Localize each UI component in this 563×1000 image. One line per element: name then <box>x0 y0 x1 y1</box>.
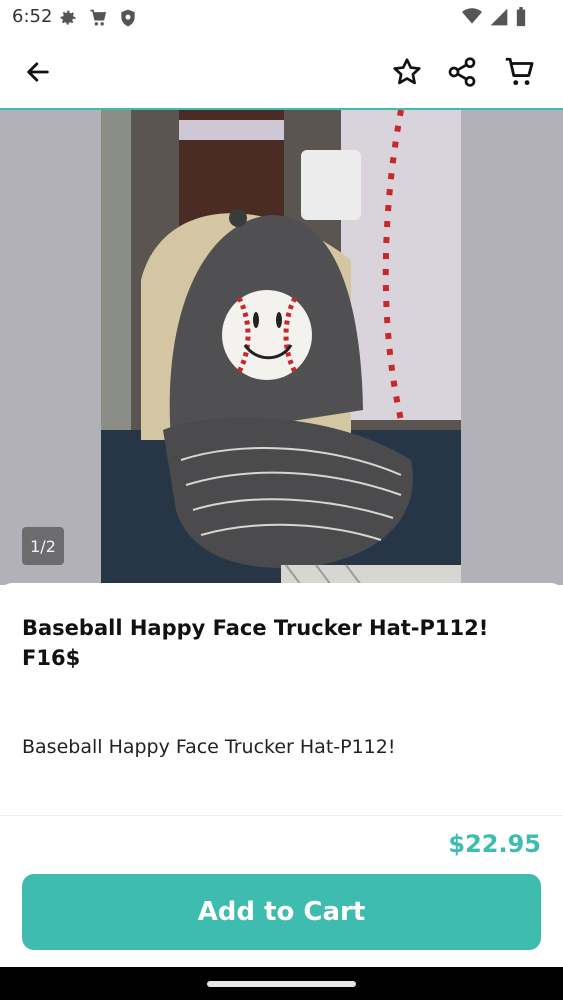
home-gesture-handle[interactable] <box>207 981 356 987</box>
signal-icon <box>489 7 509 31</box>
cart-icon[interactable] <box>498 50 542 94</box>
wifi-icon <box>461 7 483 31</box>
product-image-gallery[interactable]: 1/2 <box>0 110 563 585</box>
system-navigation-bar <box>0 967 563 1000</box>
add-to-cart-button[interactable]: Add to Cart <box>22 874 541 950</box>
battery-icon <box>515 7 527 31</box>
product-photo <box>101 110 461 585</box>
status-left-icons <box>58 8 138 32</box>
product-price: $22.95 <box>448 830 541 858</box>
status-right-icons <box>461 7 527 31</box>
shield-icon <box>118 8 138 32</box>
page-indicator: 1/2 <box>22 527 64 565</box>
product-info-sheet: Baseball Happy Face Trucker Hat-P112! F1… <box>0 583 563 815</box>
cart-icon <box>88 8 108 32</box>
back-arrow-icon[interactable] <box>16 50 60 94</box>
status-bar: 6:52 <box>0 0 563 36</box>
top-app-bar <box>0 36 563 110</box>
star-icon[interactable] <box>385 50 429 94</box>
share-icon[interactable] <box>440 50 484 94</box>
product-description: Baseball Happy Face Trucker Hat-P112! <box>22 736 396 758</box>
purchase-panel: $22.95 Add to Cart <box>0 815 563 968</box>
gear-icon <box>58 8 78 32</box>
product-title: Baseball Happy Face Trucker Hat-P112! F1… <box>22 616 489 670</box>
status-time: 6:52 <box>12 6 53 27</box>
